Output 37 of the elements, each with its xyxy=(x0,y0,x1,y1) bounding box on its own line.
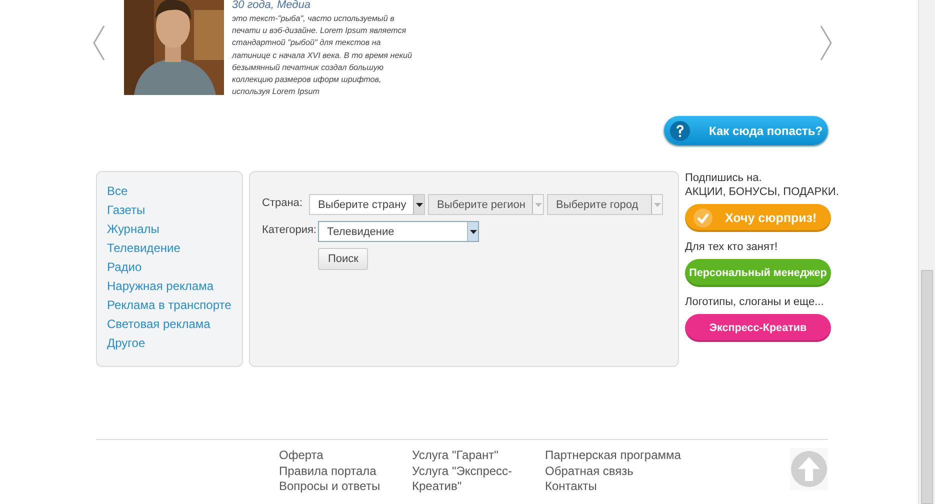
promo-text: Подпишись на. xyxy=(685,172,762,184)
scrollbar[interactable] xyxy=(918,0,935,504)
category-link[interactable]: Световая реклама xyxy=(107,315,232,334)
footer-link[interactable]: Контакты xyxy=(545,479,678,494)
category-link[interactable]: Газеты xyxy=(107,201,232,220)
category-link[interactable]: Телевидение xyxy=(107,239,232,258)
category-link[interactable]: Журналы xyxy=(107,220,232,239)
scrollbar-thumb[interactable] xyxy=(921,270,933,504)
footer-link[interactable]: Оферта xyxy=(279,448,412,464)
promo-text: АКЦИИ, БОНУСЫ, ПОДАРКИ. xyxy=(685,186,839,198)
category-link[interactable]: Другое xyxy=(107,334,232,353)
footer-link[interactable]: Услуга "Гарант" xyxy=(412,448,545,464)
promo-text: Логотипы, слоганы и еще... xyxy=(685,296,824,308)
search-button[interactable]: Поиск xyxy=(318,248,368,270)
dropdown[interactable]: Телевидение xyxy=(318,221,479,242)
field-label: Категория: xyxy=(262,224,318,236)
caret-icon xyxy=(534,202,542,206)
checkmark-icon xyxy=(693,208,713,228)
question-icon xyxy=(669,120,691,142)
footer-link[interactable]: Вопросы и ответы xyxy=(279,479,412,494)
caret-icon xyxy=(654,202,660,206)
category-link[interactable]: Радио xyxy=(107,258,232,277)
caret-icon xyxy=(470,230,476,234)
slide-caption: 30 года, Медиа xyxy=(232,0,312,11)
footer-link[interactable]: Обратная связь xyxy=(545,464,678,479)
scroll-up-button[interactable] xyxy=(790,448,828,490)
slide-description: это текст-"рыба", часто используемый в печати и вэб-дизайне. Lorem Ipsum является стандартной "рыбой" для текстов на латинице с начала XVI века. В то время некий безымянный печатник создал большую коллекцию размеров иформ шрифтов, используя Lorem Ipsum xyxy=(232,13,414,98)
category-link[interactable]: Все xyxy=(107,182,232,201)
footer-link[interactable]: Услуга "Экспресс-Креатив" xyxy=(412,464,545,494)
field-label: Страна: xyxy=(262,197,304,209)
promo-button[interactable]: Экспресс-Креатив xyxy=(685,314,831,342)
promo-text: Для тех кто занят! xyxy=(685,241,778,253)
dropdown[interactable]: Выберите страну xyxy=(309,194,425,215)
caret-icon xyxy=(416,202,422,206)
category-link[interactable]: Наружная реклама xyxy=(107,277,232,296)
category-link[interactable]: Реклама в транспорте xyxy=(107,296,232,315)
footer-link[interactable]: Правила портала xyxy=(279,464,412,479)
